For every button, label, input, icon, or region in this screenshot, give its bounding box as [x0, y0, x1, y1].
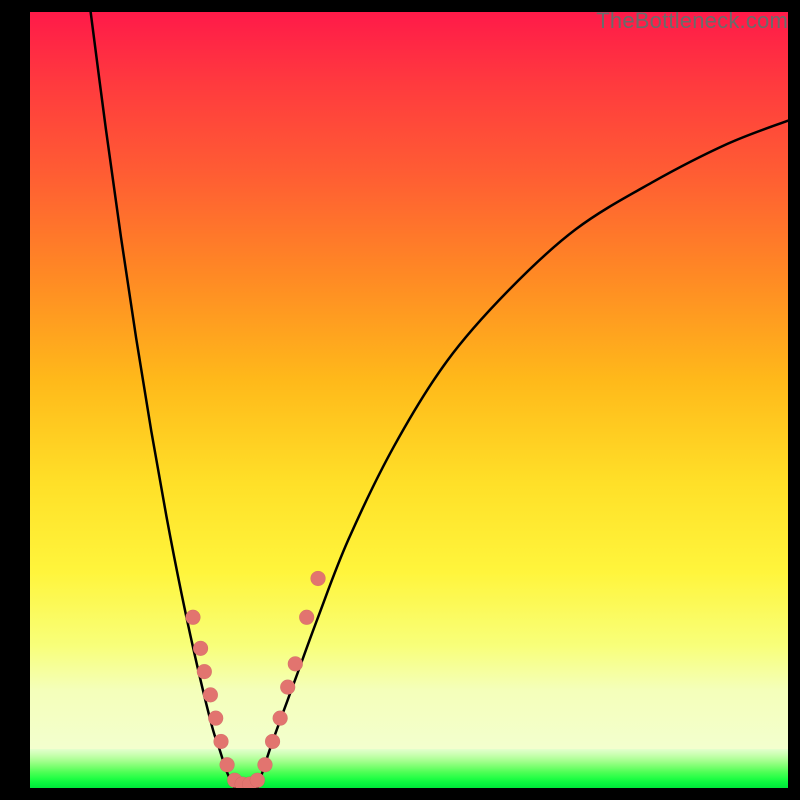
data-marker [265, 734, 280, 749]
data-marker [288, 656, 303, 671]
data-marker [185, 610, 200, 625]
data-marker [193, 641, 208, 656]
left-curve [91, 12, 235, 788]
data-marker [208, 711, 223, 726]
data-marker [203, 687, 218, 702]
data-marker [257, 757, 272, 772]
data-marker [214, 734, 229, 749]
plot-area [30, 12, 788, 788]
data-marker [299, 610, 314, 625]
data-marker [220, 757, 235, 772]
data-marker [250, 773, 265, 788]
chart-svg [30, 12, 788, 788]
data-marker [311, 571, 326, 586]
right-curve [257, 121, 788, 788]
watermark-text: TheBottleneck.com [596, 8, 788, 34]
chart-frame: TheBottleneck.com [0, 0, 800, 800]
data-marker [197, 664, 212, 679]
data-marker [273, 711, 288, 726]
data-marker [280, 680, 295, 695]
data-markers [185, 571, 325, 788]
